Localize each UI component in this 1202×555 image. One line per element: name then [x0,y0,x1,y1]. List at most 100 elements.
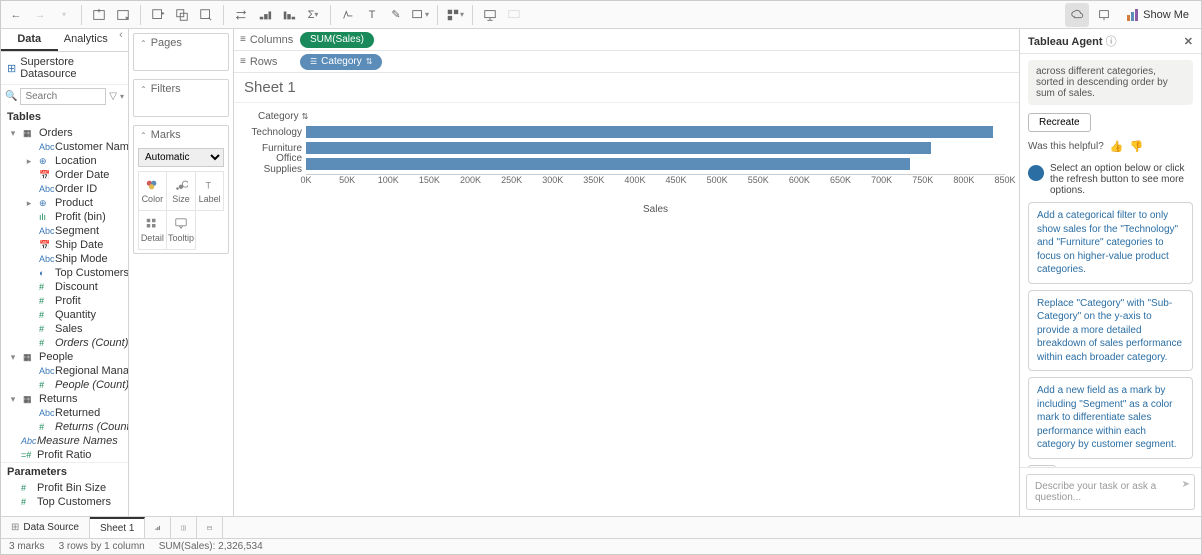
new-story-tab[interactable] [197,517,223,538]
sheet-tabs: ⊞Data Source Sheet 1 [1,516,1201,538]
recreate-button[interactable]: Recreate [1028,113,1091,132]
collapse-data-pane[interactable]: ‹ [114,29,128,51]
sort-icon: ⇅ [366,57,373,66]
axis-tick: 300K [542,175,563,185]
new-worksheet-button[interactable] [147,4,169,26]
suggestion-1[interactable]: Replace "Category" with "Sub-Category" o… [1028,290,1193,372]
clear-button[interactable] [195,4,217,26]
new-worksheet-tab[interactable] [145,517,171,538]
fit-dropdown[interactable]: ▾ [409,4,431,26]
param-1[interactable]: #Top Customers [1,495,128,509]
thumbs-down-button[interactable]: 👎 [1129,140,1143,153]
undo-button[interactable]: ← [5,4,27,26]
field-loose-1[interactable]: =#Profit Ratio [1,448,128,462]
axis-tick: 700K [871,175,892,185]
bar[interactable] [306,158,910,170]
suggestion-0[interactable]: Add a categorical filter to only show sa… [1028,202,1193,284]
field-returns-1[interactable]: #Returns (Count) [1,420,128,434]
swap-button[interactable] [230,4,252,26]
field-orders-7[interactable]: 📅Ship Date [1,238,128,252]
status-sum: SUM(Sales): 2,326,534 [159,541,263,552]
table-people[interactable]: ▾▦People [1,350,128,364]
columns-pill-sales[interactable]: SUM(Sales) [300,32,374,48]
parameters-header: Parameters [1,462,128,481]
sheet-title[interactable]: Sheet 1 [234,73,1019,103]
axis-tick: 100K [378,175,399,185]
thumbs-up-button[interactable]: 👍 [1110,140,1124,153]
show-cards-button[interactable]: ▾ [444,4,466,26]
field-orders-3[interactable]: AbcOrder ID [1,182,128,196]
field-people-0[interactable]: AbcRegional Manager [1,364,128,378]
labels-button[interactable]: T [361,4,383,26]
filters-shelf[interactable]: ⌃Filters [133,79,229,117]
worksheet: ≡Columns SUM(Sales) ≡Rows ☰Category⇅ She… [234,29,1019,516]
marks-size[interactable]: Size [166,171,196,211]
status-marks: 3 marks [9,541,45,552]
close-agent-button[interactable]: ✕ [1184,35,1193,48]
field-orders-2[interactable]: 📅Order Date [1,168,128,182]
field-orders-6[interactable]: AbcSegment [1,224,128,238]
field-orders-0[interactable]: AbcCustomer Name [1,140,128,154]
shelves-column: ⌃Pages ⌃Filters ⌃Marks Automatic Color S… [129,29,234,516]
redo-button[interactable]: → [29,4,51,26]
field-orders-5[interactable]: ılıProfit (bin) [1,210,128,224]
top-toolbar: ← → ▾ Σ▾ T ✎ ▾ ▾ Show Me [1,1,1201,29]
pages-shelf[interactable]: ⌃Pages [133,33,229,71]
rows-shelf[interactable]: ≡Rows ☰Category⇅ [234,51,1019,73]
field-returns-0[interactable]: AbcReturned [1,406,128,420]
new-datasource-button[interactable] [88,4,110,26]
table-orders[interactable]: ▾▦Orders [1,126,128,140]
field-orders-4[interactable]: ▸⊕Product [1,196,128,210]
duplicate-button[interactable] [171,4,193,26]
info-icon[interactable]: ⓘ [1106,36,1117,48]
data-source-tab[interactable]: ⊞Data Source [1,517,90,538]
field-orders-10[interactable]: #Discount [1,280,128,294]
sheet-1-tab[interactable]: Sheet 1 [90,517,145,538]
field-orders-13[interactable]: #Sales [1,322,128,336]
marks-label[interactable]: TLabel [195,171,225,211]
field-orders-12[interactable]: #Quantity [1,308,128,322]
datasource-row[interactable]: ⊞ Superstore Datasource [1,52,128,85]
new-dashboard-tab[interactable] [171,517,197,538]
field-orders-9[interactable]: ◐Top Customers by P... [1,266,128,280]
rows-pill-category[interactable]: ☰Category⇅ [300,54,382,70]
field-orders-14[interactable]: #Orders (Count) [1,336,128,350]
param-0[interactable]: #Profit Bin Size [1,481,128,495]
totals-button[interactable]: Σ▾ [302,4,324,26]
search-menu[interactable]: ▾ [120,92,124,101]
table-returns[interactable]: ▾▦Returns [1,392,128,406]
marks-color[interactable]: Color [138,171,168,211]
send-icon[interactable]: ➤ [1182,479,1190,490]
category-header[interactable]: Category⇅ [258,111,1005,122]
agent-input[interactable]: Describe your task or ask a question... … [1026,474,1195,510]
sort-desc-button[interactable] [278,4,300,26]
field-loose-0[interactable]: AbcMeasure Names [1,434,128,448]
explain-button[interactable] [1093,4,1115,26]
search-input[interactable] [20,88,106,105]
show-me-button[interactable]: Show Me [1119,9,1197,21]
bar[interactable] [306,142,931,154]
columns-shelf[interactable]: ≡Columns SUM(Sales) [234,29,1019,51]
suggestion-2[interactable]: Add a new field as a mark by including "… [1028,377,1193,459]
tab-analytics[interactable]: Analytics [58,29,115,51]
share-button[interactable] [503,4,525,26]
tab-data[interactable]: Data [1,29,58,51]
marks-tooltip[interactable]: Tooltip [166,210,196,250]
pause-button[interactable] [112,4,134,26]
mark-type-select[interactable]: Automatic [138,148,224,167]
field-orders-8[interactable]: AbcShip Mode [1,252,128,266]
field-orders-1[interactable]: ▸⊕Location [1,154,128,168]
marks-card: ⌃Marks Automatic Color Size TLabel Detai… [133,125,229,254]
save-dropdown[interactable]: ▾ [53,4,75,26]
marks-detail[interactable]: Detail [138,210,168,250]
bar[interactable] [306,126,993,138]
presentation-button[interactable] [479,4,501,26]
data-guide-button[interactable] [1065,3,1089,27]
highlight-button[interactable] [337,4,359,26]
field-orders-11[interactable]: #Profit [1,294,128,308]
format-button[interactable]: ✎ [385,4,407,26]
database-icon: ⊞ [7,62,16,75]
filter-icon[interactable]: ▽ [109,91,117,102]
field-people-1[interactable]: #People (Count) [1,378,128,392]
sort-asc-button[interactable] [254,4,276,26]
